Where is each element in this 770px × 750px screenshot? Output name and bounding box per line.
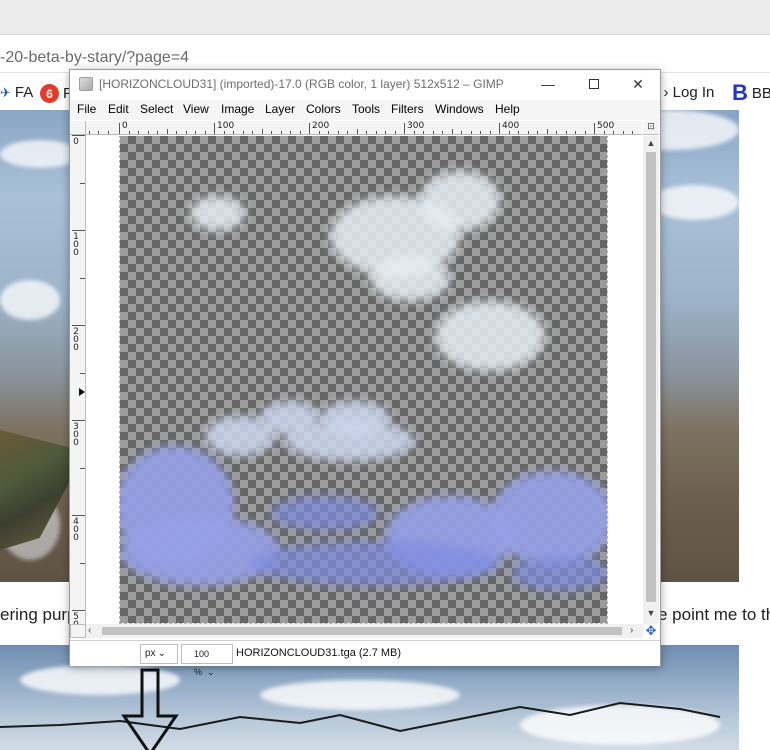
- navigate-move-icon[interactable]: ✥: [643, 624, 659, 638]
- cloud-texture-image: [119, 136, 608, 624]
- ruler-v-label: 4 0 0: [73, 517, 79, 543]
- cloud-wisp: [420, 171, 500, 231]
- chevron-down-icon: ⌄: [207, 667, 215, 677]
- cloud-wisp: [120, 516, 280, 586]
- menu-select[interactable]: Select: [140, 102, 173, 116]
- ruler-h-label: 300: [407, 121, 425, 131]
- chevron-down-icon: ⌄: [157, 648, 166, 659]
- photo-cloud: [0, 140, 80, 168]
- menu-bar: File Edit Select View Image Layer Colors…: [70, 100, 660, 120]
- window-title: [HORIZONCLOUD31] (imported)-17.0 (RGB co…: [99, 77, 504, 91]
- title-bar[interactable]: [HORIZONCLOUD31] (imported)-17.0 (RGB co…: [70, 70, 660, 98]
- menu-windows[interactable]: Windows: [435, 102, 484, 116]
- horizontal-scroll-thumb[interactable]: [102, 627, 622, 635]
- menu-file[interactable]: File: [77, 102, 96, 116]
- body-text-left: ering purp: [0, 605, 77, 624]
- jet-aircraft: [0, 430, 72, 550]
- unit-value: px: [145, 648, 156, 659]
- body-text-right: e point me to th: [658, 605, 770, 624]
- screen: -20-beta-by-stary/?page=4 ✈ FA 6 F e › L…: [0, 0, 770, 750]
- paper-plane-icon: ✈: [0, 84, 11, 100]
- bookmark-f[interactable]: 6 F: [40, 84, 72, 103]
- bookmark-fa[interactable]: ✈ FA: [0, 84, 33, 101]
- ruler-v-label: 3 0 0: [73, 422, 79, 448]
- ruler-h-label: 0: [122, 121, 128, 131]
- menu-layer[interactable]: Layer: [265, 102, 295, 116]
- vertical-scroll-thumb[interactable]: [646, 152, 656, 602]
- cloud-wisp: [190, 196, 245, 231]
- scroll-left-icon[interactable]: ‹: [88, 624, 91, 638]
- ruler-v-label: 0: [73, 137, 79, 147]
- ruler-h-label: 100: [217, 121, 235, 131]
- gimp-window: [HORIZONCLOUD31] (imported)-17.0 (RGB co…: [69, 69, 661, 677]
- maximize-icon: [589, 79, 599, 89]
- ruler-h-label: 200: [312, 121, 330, 131]
- menu-help[interactable]: Help: [495, 102, 520, 116]
- cloud-wisp: [490, 471, 607, 566]
- unit-dropdown[interactable]: px ⌄: [140, 644, 178, 664]
- vertical-scrollbar[interactable]: ▲ ▼: [643, 136, 659, 624]
- maximize-button[interactable]: [571, 70, 617, 98]
- ruler-corner[interactable]: [70, 121, 86, 135]
- b-logo-icon: B: [732, 80, 748, 105]
- horizontal-scrollbar[interactable]: ‹ ›: [86, 624, 643, 638]
- bookmark-bb[interactable]: B BB: [732, 80, 770, 105]
- photo-cloud: [650, 185, 739, 220]
- gimp-app-icon: [79, 77, 93, 91]
- bookmark-label: BB: [751, 84, 770, 102]
- cloud-wisp: [270, 496, 380, 531]
- photo-cloud: [0, 280, 60, 320]
- menu-tools[interactable]: Tools: [352, 102, 380, 116]
- horizontal-ruler[interactable]: 0 100 200 300 400 500: [86, 121, 642, 135]
- cloud-wisp: [370, 256, 450, 301]
- browser-tab-strip: [0, 0, 770, 35]
- menu-edit[interactable]: Edit: [108, 102, 129, 116]
- cloud-wisp: [320, 401, 390, 436]
- down-arrow-icon: [121, 668, 179, 750]
- ruler-h-label: 500: [597, 121, 615, 131]
- menu-colors[interactable]: Colors: [306, 102, 341, 116]
- menu-view[interactable]: View: [183, 102, 209, 116]
- close-icon: ✕: [632, 75, 644, 92]
- cloud-wisp: [250, 541, 500, 586]
- image-canvas[interactable]: [87, 136, 642, 624]
- zoom-dropdown[interactable]: 100 % ⌄: [181, 644, 233, 677]
- scroll-up-icon[interactable]: ▲: [643, 136, 659, 150]
- ruler-v-label: 5 0: [73, 612, 79, 625]
- url-text: -20-beta-by-stary/?page=4: [0, 49, 189, 66]
- cloud-wisp: [510, 556, 607, 591]
- red-6-icon: 6: [40, 84, 59, 103]
- ruler-ticks: [72, 135, 85, 611]
- scroll-down-icon[interactable]: ▼: [643, 606, 659, 620]
- close-button[interactable]: ✕: [615, 70, 661, 98]
- minimize-icon: —: [541, 76, 555, 92]
- file-info: HORIZONCLOUD31.tga (2.7 MB): [236, 647, 402, 659]
- bookmark-label: FA: [14, 84, 34, 101]
- quick-mask-toggle[interactable]: [70, 624, 86, 638]
- scroll-right-icon[interactable]: ›: [630, 624, 633, 638]
- ruler-v-label: 1 0 0: [73, 232, 79, 258]
- minimize-button[interactable]: —: [525, 70, 571, 98]
- menu-filters[interactable]: Filters: [391, 102, 424, 116]
- status-bar: px ⌄ 100 % ⌄ HORIZONCLOUD31.tga (2.7 MB): [70, 640, 660, 677]
- ruler-ticks: [89, 123, 633, 134]
- cloud-wisp: [435, 301, 545, 371]
- ruler-v-label: 2 0 0: [73, 327, 79, 353]
- vertical-ruler[interactable]: 0 1 0 0 2 0 0 3 0 0 4 0 0 5 0: [70, 135, 86, 624]
- menu-image[interactable]: Image: [221, 102, 254, 116]
- zoom-image-icon[interactable]: ⊡: [643, 121, 659, 135]
- ruler-h-label: 400: [502, 121, 520, 131]
